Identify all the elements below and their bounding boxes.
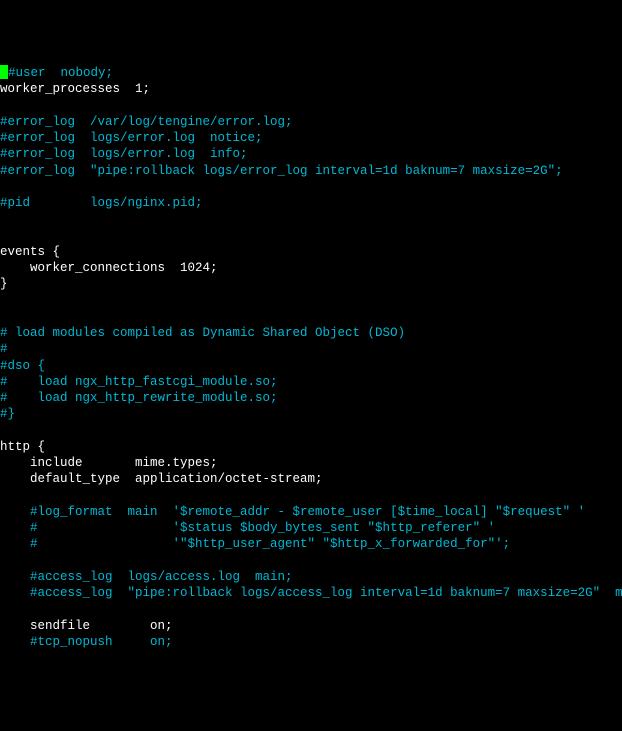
code-text: http { <box>0 440 45 454</box>
code-text: #error_log "pipe:rollback logs/error_log… <box>0 164 563 178</box>
code-text: # load ngx_http_rewrite_module.so; <box>0 391 278 405</box>
code-text: #access_log "pipe:rollback logs/access_l… <box>0 586 622 600</box>
code-text: default_type application/octet-stream; <box>0 472 323 486</box>
code-text: worker_processes 1; <box>0 82 150 96</box>
editor-cursor <box>0 65 8 79</box>
code-text: #user nobody; <box>8 66 113 80</box>
code-text: #error_log logs/error.log info; <box>0 147 248 161</box>
code-text: # <box>0 342 8 356</box>
code-text: include mime.types; <box>0 456 218 470</box>
code-text: #error_log logs/error.log notice; <box>0 131 263 145</box>
code-text: #} <box>0 407 15 421</box>
code-text: # '$status $body_bytes_sent "$http_refer… <box>0 521 495 535</box>
code-text: # '"$http_user_agent" "$http_x_forwarded… <box>0 537 510 551</box>
code-text: # load modules compiled as Dynamic Share… <box>0 326 405 340</box>
code-text: #tcp_nopush on; <box>0 635 173 649</box>
code-text: events { <box>0 245 60 259</box>
text-editor-content[interactable]: #user nobody; worker_processes 1; #error… <box>0 65 622 650</box>
code-text: #access_log logs/access.log main; <box>0 570 293 584</box>
code-text: # load ngx_http_fastcgi_module.so; <box>0 375 278 389</box>
code-text: worker_connections 1024; <box>0 261 218 275</box>
code-text: } <box>0 277 8 291</box>
code-text: sendfile on; <box>0 619 173 633</box>
code-text: #dso { <box>0 359 45 373</box>
code-text: #pid logs/nginx.pid; <box>0 196 203 210</box>
code-text: #log_format main '$remote_addr - $remote… <box>0 505 585 519</box>
code-text: #error_log /var/log/tengine/error.log; <box>0 115 293 129</box>
